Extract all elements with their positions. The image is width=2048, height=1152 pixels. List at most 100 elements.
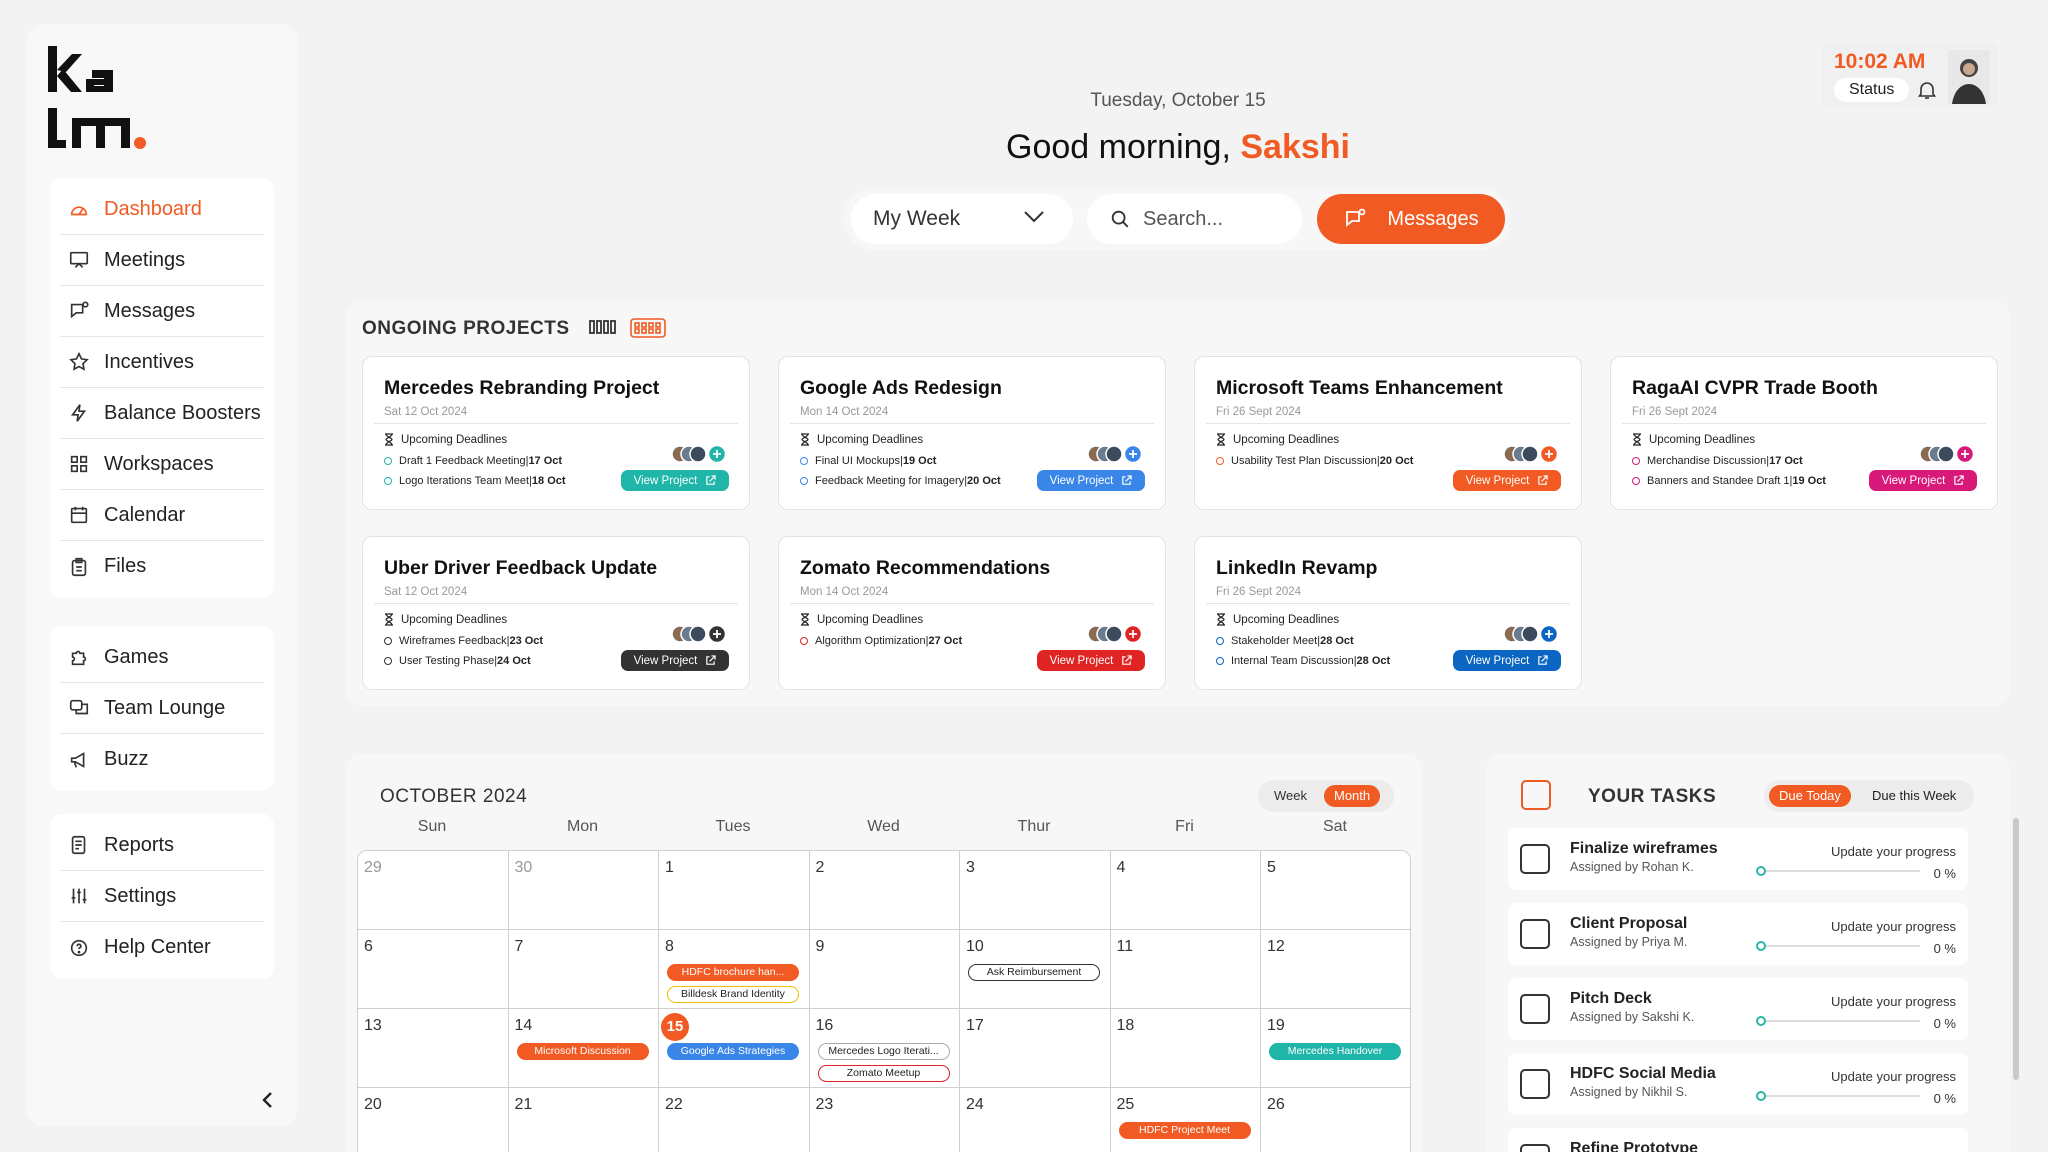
calendar-day-cell[interactable]: 23	[809, 1088, 960, 1152]
calendar-event[interactable]: Google Ads Strategies	[667, 1043, 799, 1060]
tasks-scrollbar[interactable]	[2013, 818, 2019, 1080]
calendar-day-cell[interactable]: 13	[358, 1009, 509, 1088]
member-avatars[interactable]	[1919, 444, 1977, 464]
view-project-button[interactable]: View Project	[1453, 470, 1561, 491]
calendar-day-cell[interactable]: 6	[358, 930, 509, 1009]
list-view-icon[interactable]	[588, 318, 618, 336]
progress-slider[interactable]	[1756, 866, 1766, 876]
task-item[interactable]: Finalize wireframes Assigned by Rohan K. U…	[1508, 828, 1968, 890]
progress-slider[interactable]	[1756, 941, 1766, 951]
calendar-day-cell[interactable]: 11	[1110, 930, 1261, 1009]
task-item[interactable]: Client Proposal Assigned by Priya M. Updat…	[1508, 903, 1968, 965]
task-item[interactable]: Pitch Deck Assigned by Sakshi K. Update yo…	[1508, 978, 1968, 1040]
month-view-button[interactable]: Month	[1324, 785, 1381, 807]
week-view-button[interactable]: Week	[1264, 785, 1317, 807]
search-input[interactable]: Search...	[1087, 194, 1302, 244]
project-card[interactable]: RagaAI CVPR Trade Booth Fri 26 Sept 2024 U…	[1610, 356, 1998, 510]
calendar-day-cell[interactable]: 4	[1110, 851, 1261, 930]
bell-icon[interactable]	[1918, 80, 1936, 100]
task-checkbox[interactable]	[1520, 919, 1550, 949]
calendar-day-cell[interactable]: 3	[960, 851, 1111, 930]
project-card[interactable]: Uber Driver Feedback Update Sat 12 Oct 20…	[362, 536, 750, 690]
view-project-button[interactable]: View Project	[621, 650, 729, 671]
member-avatars[interactable]	[671, 624, 729, 644]
task-item[interactable]: Refine Prototype	[1508, 1128, 1968, 1152]
task-item[interactable]: HDFC Social Media Assigned by Nikhil S. Up…	[1508, 1053, 1968, 1115]
avatar[interactable]	[1948, 50, 1990, 104]
calendar-day-cell[interactable]: 30	[508, 851, 659, 930]
select-all-checkbox[interactable]	[1521, 780, 1551, 810]
project-card[interactable]: LinkedIn Revamp Fri 26 Sept 2024 Upcoming …	[1194, 536, 1582, 690]
sidebar-item-reports[interactable]: Reports	[60, 820, 264, 871]
messages-button[interactable]: Messages	[1317, 194, 1505, 244]
calendar-event[interactable]: Mercedes Logo Iterati...	[817, 1043, 950, 1060]
due-today-tab[interactable]: Due Today	[1769, 785, 1851, 807]
sidebar-item-dashboard[interactable]: Dashboard	[60, 184, 264, 235]
calendar-day-cell[interactable]: 10 Ask Reimbursement	[960, 930, 1111, 1009]
week-select[interactable]: My Week	[851, 194, 1073, 244]
project-card[interactable]: Google Ads Redesign Mon 14 Oct 2024 Upcomi…	[778, 356, 1166, 510]
due-week-tab[interactable]: Due this Week	[1862, 785, 1966, 807]
calendar-event[interactable]: Ask Reimbursement	[968, 964, 1100, 981]
calendar-day-cell[interactable]: 26	[1261, 1088, 1410, 1152]
calendar-day-cell[interactable]: 14 Microsoft Discussion	[508, 1009, 659, 1088]
view-project-button[interactable]: View Project	[621, 470, 729, 491]
calendar-day-cell[interactable]: 18	[1110, 1009, 1261, 1088]
sidebar-item-balance-boosters[interactable]: Balance Boosters	[60, 388, 264, 439]
calendar-event[interactable]: Microsoft Discussion	[516, 1043, 649, 1060]
calendar-event[interactable]: Zomato Meetup	[817, 1065, 950, 1082]
calendar-day-cell[interactable]: 9	[809, 930, 960, 1009]
calendar-day-cell[interactable]: 20	[358, 1088, 509, 1152]
progress-slider[interactable]	[1756, 1091, 1766, 1101]
sidebar-item-messages[interactable]: Messages	[60, 286, 264, 337]
calendar-day-cell[interactable]: 25 HDFC Project Meet	[1110, 1088, 1261, 1152]
calendar-day-cell[interactable]: 5	[1261, 851, 1410, 930]
sidebar-item-files[interactable]: Files	[60, 541, 264, 592]
calendar-day-cell[interactable]: 29	[358, 851, 509, 930]
calendar-day-cell[interactable]: 22	[659, 1088, 810, 1152]
calendar-day-cell[interactable]: 2	[809, 851, 960, 930]
task-checkbox[interactable]	[1520, 844, 1550, 874]
calendar-event[interactable]: Billdesk Brand Identity	[667, 986, 799, 1003]
calendar-day-cell[interactable]: 1	[659, 851, 810, 930]
calendar-day-cell[interactable]: 16 Mercedes Logo Iterati... Zomato Meetup	[809, 1009, 960, 1088]
sidebar-item-meetings[interactable]: Meetings	[60, 235, 264, 286]
calendar-day-cell[interactable]: 8 HDFC brochure han... Billdesk Brand Iden…	[659, 930, 810, 1009]
collapse-sidebar-icon[interactable]	[256, 1088, 280, 1112]
calendar-event[interactable]: HDFC brochure han...	[667, 964, 799, 981]
calendar-day-cell[interactable]: 19 Mercedes Handover	[1261, 1009, 1410, 1088]
member-avatars[interactable]	[1087, 444, 1145, 464]
member-avatars[interactable]	[1503, 444, 1561, 464]
calendar-day-cell[interactable]: 15 Google Ads Strategies	[659, 1009, 810, 1088]
grid-view-icon[interactable]	[630, 318, 666, 338]
view-project-button[interactable]: View Project	[1037, 650, 1145, 671]
sidebar-item-workspaces[interactable]: Workspaces	[60, 439, 264, 490]
task-checkbox[interactable]	[1520, 994, 1550, 1024]
calendar-day-cell[interactable]: 21	[508, 1088, 659, 1152]
calendar-day-cell[interactable]: 24	[960, 1088, 1111, 1152]
status-button[interactable]: Status	[1834, 78, 1910, 102]
sidebar-item-buzz[interactable]: Buzz	[60, 734, 264, 785]
sidebar-item-incentives[interactable]: Incentives	[60, 337, 264, 388]
task-checkbox[interactable]	[1520, 1144, 1550, 1152]
calendar-event[interactable]: Mercedes Handover	[1269, 1043, 1401, 1060]
view-project-button[interactable]: View Project	[1453, 650, 1561, 671]
sidebar-item-calendar[interactable]: Calendar	[60, 490, 264, 541]
member-avatars[interactable]	[671, 444, 729, 464]
task-checkbox[interactable]	[1520, 1069, 1550, 1099]
member-avatars[interactable]	[1503, 624, 1561, 644]
view-project-button[interactable]: View Project	[1037, 470, 1145, 491]
project-card[interactable]: Mercedes Rebranding Project Sat 12 Oct 20…	[362, 356, 750, 510]
sidebar-item-games[interactable]: Games	[60, 632, 264, 683]
sidebar-item-team-lounge[interactable]: Team Lounge	[60, 683, 264, 734]
view-project-button[interactable]: View Project	[1869, 470, 1977, 491]
calendar-event[interactable]: HDFC Project Meet	[1118, 1122, 1251, 1139]
sidebar-item-help-center[interactable]: Help Center	[60, 922, 264, 973]
member-avatars[interactable]	[1087, 624, 1145, 644]
project-card[interactable]: Zomato Recommendations Mon 14 Oct 2024 Upc…	[778, 536, 1166, 690]
calendar-day-cell[interactable]: 7	[508, 930, 659, 1009]
calendar-day-cell[interactable]: 12	[1261, 930, 1410, 1009]
sidebar-item-settings[interactable]: Settings	[60, 871, 264, 922]
calendar-day-cell[interactable]: 17	[960, 1009, 1111, 1088]
project-card[interactable]: Microsoft Teams Enhancement Fri 26 Sept 2…	[1194, 356, 1582, 510]
